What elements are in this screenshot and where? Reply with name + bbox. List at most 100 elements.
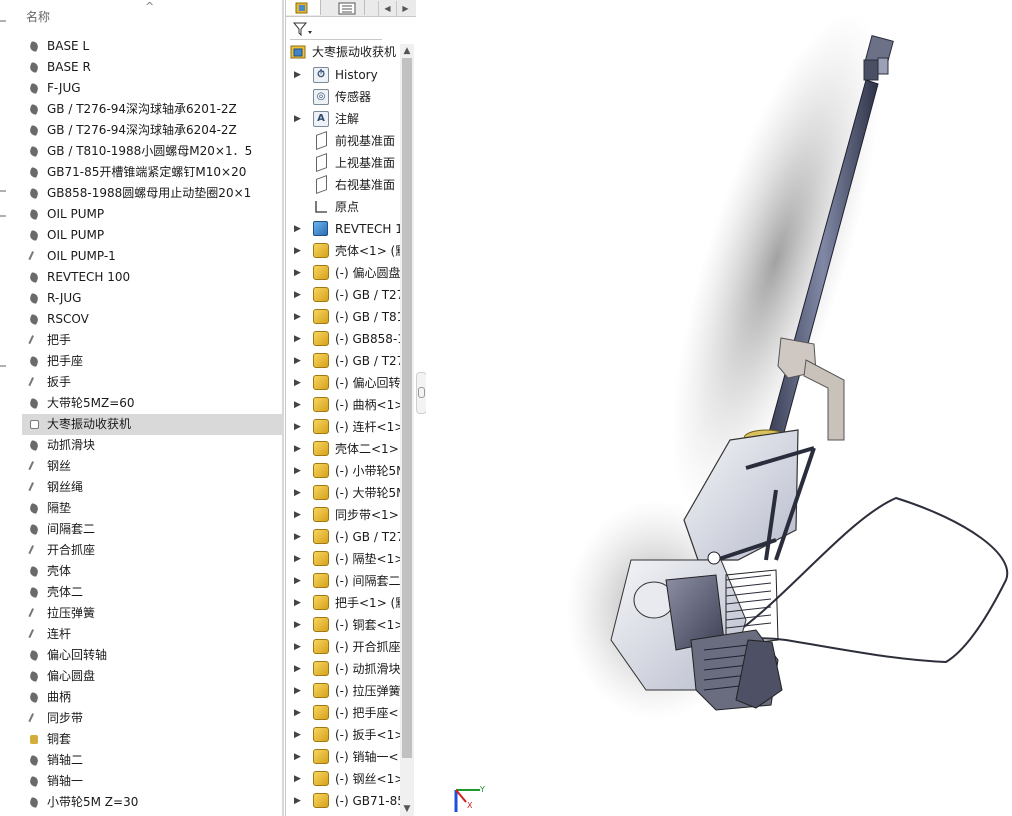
file-row[interactable]: 连杆 (22, 624, 284, 645)
file-row[interactable]: 把手 (22, 330, 284, 351)
expand-arrow-icon[interactable]: ▶ (294, 526, 304, 548)
file-row[interactable]: F-JUG (22, 78, 284, 99)
file-row[interactable]: 隔垫 (22, 498, 284, 519)
file-row[interactable]: 偏心回转轴 (22, 645, 284, 666)
file-row[interactable]: 销轴二 (22, 750, 284, 771)
expand-arrow-icon[interactable]: ▶ (294, 108, 304, 130)
tab-scroll-left-icon[interactable]: ◀ (378, 1, 396, 16)
file-row[interactable]: 壳体 (22, 561, 284, 582)
file-row[interactable]: 钢丝 (22, 456, 284, 477)
file-row[interactable]: GB / T276-94深沟球轴承6201-2Z (22, 99, 284, 120)
expand-arrow-icon[interactable]: ▶ (294, 416, 304, 438)
tab-property-manager[interactable] (330, 0, 365, 15)
tree-node[interactable]: ▶ (-) 曲柄<1> (286, 394, 400, 416)
file-row[interactable]: 拉压弹簧 (22, 603, 284, 624)
expand-arrow-icon[interactable]: ▶ (294, 790, 304, 812)
tree-node[interactable]: ▶ 同步带<1> (286, 504, 400, 526)
expand-arrow-icon[interactable]: ▶ (294, 548, 304, 570)
tree-scrollbar[interactable]: ▲ ▼ (400, 44, 414, 816)
file-row[interactable]: 偏心圆盘 (22, 666, 284, 687)
tree-node[interactable]: 原点 (286, 196, 400, 218)
tree-filter[interactable] (290, 19, 382, 40)
scrollbar-thumb[interactable] (402, 58, 412, 758)
tree-node[interactable]: ▶ (-) 隔垫<1> (286, 548, 400, 570)
expand-arrow-icon[interactable]: ▶ (294, 64, 304, 86)
tree-node[interactable]: 前视基准面 (286, 130, 400, 152)
file-row[interactable]: 开合抓座 (22, 540, 284, 561)
tree-node[interactable]: ▶ (-) GB / T27 (286, 350, 400, 372)
harvester-3d-model[interactable] (426, 0, 1012, 816)
tree-node[interactable]: ▶ 壳体二<1> (286, 438, 400, 460)
file-row[interactable]: GB / T810-1988小圆螺母M20×1．5 (22, 141, 284, 162)
expand-arrow-icon[interactable]: ▶ (294, 746, 304, 768)
tree-node[interactable]: ▶ (-) 连杆<1> (286, 416, 400, 438)
file-row[interactable]: REVTECH 100 (22, 267, 284, 288)
expand-arrow-icon[interactable]: ▶ (294, 482, 304, 504)
file-row[interactable]: 钢丝绳 (22, 477, 284, 498)
expand-arrow-icon[interactable]: ▶ (294, 218, 304, 240)
file-row[interactable]: 壳体二 (22, 582, 284, 603)
file-row[interactable]: GB71-85开槽锥端紧定螺钉M10×20 (22, 162, 284, 183)
file-row[interactable]: 小带轮5M Z=30 (22, 792, 284, 813)
expand-arrow-icon[interactable]: ▶ (294, 328, 304, 350)
expand-arrow-icon[interactable]: ▶ (294, 614, 304, 636)
tree-node[interactable]: ▶ ⏱ History (286, 64, 400, 86)
expand-arrow-icon[interactable]: ▶ (294, 350, 304, 372)
expand-arrow-icon[interactable]: ▶ (294, 504, 304, 526)
file-row[interactable]: 大带轮5MZ=60 (22, 393, 284, 414)
sort-ascending-icon[interactable]: ^ (145, 0, 154, 13)
tree-node[interactable]: ▶ (-) 销轴一<1 (286, 746, 400, 768)
tree-node[interactable]: ▶ 壳体<1> (默 (286, 240, 400, 262)
file-row[interactable]: 大枣振动收获机 (22, 414, 284, 435)
file-row[interactable]: OIL PUMP-1 (22, 246, 284, 267)
name-column-header[interactable]: 名称 (26, 8, 50, 26)
tree-node[interactable]: ▶ (-) 动抓滑块 (286, 658, 400, 680)
file-row[interactable]: BASE R (22, 57, 284, 78)
explorer-divider[interactable] (282, 0, 284, 816)
tree-node[interactable]: ▶ (-) GB / T27 (286, 284, 400, 306)
file-row[interactable]: 扳手 (22, 372, 284, 393)
tree-node[interactable]: ▶ (-) 开合抓座 (286, 636, 400, 658)
expand-arrow-icon[interactable]: ▶ (294, 240, 304, 262)
expand-arrow-icon[interactable]: ▶ (294, 438, 304, 460)
file-row[interactable]: RSCOV (22, 309, 284, 330)
file-row[interactable]: GB / T276-94深沟球轴承6204-2Z (22, 120, 284, 141)
expand-arrow-icon[interactable]: ▶ (294, 460, 304, 482)
tree-node[interactable]: ▶ (-) GB71-85 (286, 790, 400, 812)
expand-arrow-icon[interactable]: ▶ (294, 724, 304, 746)
expand-arrow-icon[interactable]: ▶ (294, 372, 304, 394)
expand-arrow-icon[interactable]: ▶ (294, 306, 304, 328)
tree-node[interactable]: ▶ (-) 大带轮5M (286, 482, 400, 504)
expand-arrow-icon[interactable]: ▶ (294, 680, 304, 702)
tree-node[interactable]: 右视基准面 (286, 174, 400, 196)
tree-node[interactable]: ▶ A 注解 (286, 108, 400, 130)
tree-node[interactable]: ▶ (-) 扳手<1> (286, 724, 400, 746)
file-row[interactable]: GB858-1988圆螺母用止动垫圈20×1 (22, 183, 284, 204)
tree-node[interactable]: ▶ (-) 偏心回转 (286, 372, 400, 394)
tree-node[interactable]: ▶ (-) GB / T27 (286, 526, 400, 548)
graphics-viewport[interactable]: X Y (426, 0, 1012, 816)
tree-node[interactable]: ▶ (-) 小带轮5M (286, 460, 400, 482)
expand-arrow-icon[interactable]: ▶ (294, 768, 304, 790)
expand-arrow-icon[interactable]: ▶ (294, 658, 304, 680)
tree-node[interactable]: ▶ (-) 把手座<1 (286, 702, 400, 724)
file-row[interactable]: OIL PUMP (22, 204, 284, 225)
tree-node[interactable]: ▶ (-) 拉压弹簧 (286, 680, 400, 702)
file-row[interactable]: 把手座 (22, 351, 284, 372)
expand-arrow-icon[interactable]: ▶ (294, 592, 304, 614)
tree-node[interactable]: ▶ (-) GB858-1 (286, 328, 400, 350)
file-row[interactable]: OIL PUMP (22, 225, 284, 246)
tree-node[interactable]: ▶ (-) 偏心圆盘 (286, 262, 400, 284)
file-row[interactable]: 铜套 (22, 729, 284, 750)
file-row[interactable]: 动抓滑块 (22, 435, 284, 456)
expand-arrow-icon[interactable]: ▶ (294, 570, 304, 592)
file-row[interactable]: 曲柄 (22, 687, 284, 708)
file-row[interactable]: R-JUG (22, 288, 284, 309)
tab-feature-tree[interactable] (286, 0, 321, 15)
tree-node[interactable]: 上视基准面 (286, 152, 400, 174)
file-row[interactable]: BASE L (22, 36, 284, 57)
scroll-down-icon[interactable]: ▼ (400, 802, 414, 816)
tree-node[interactable]: ▶ (-) GB / T81 (286, 306, 400, 328)
tree-node[interactable]: ▶ (-) 间隔套二 (286, 570, 400, 592)
tree-node[interactable]: ▶ (-) 铜套<1> (286, 614, 400, 636)
